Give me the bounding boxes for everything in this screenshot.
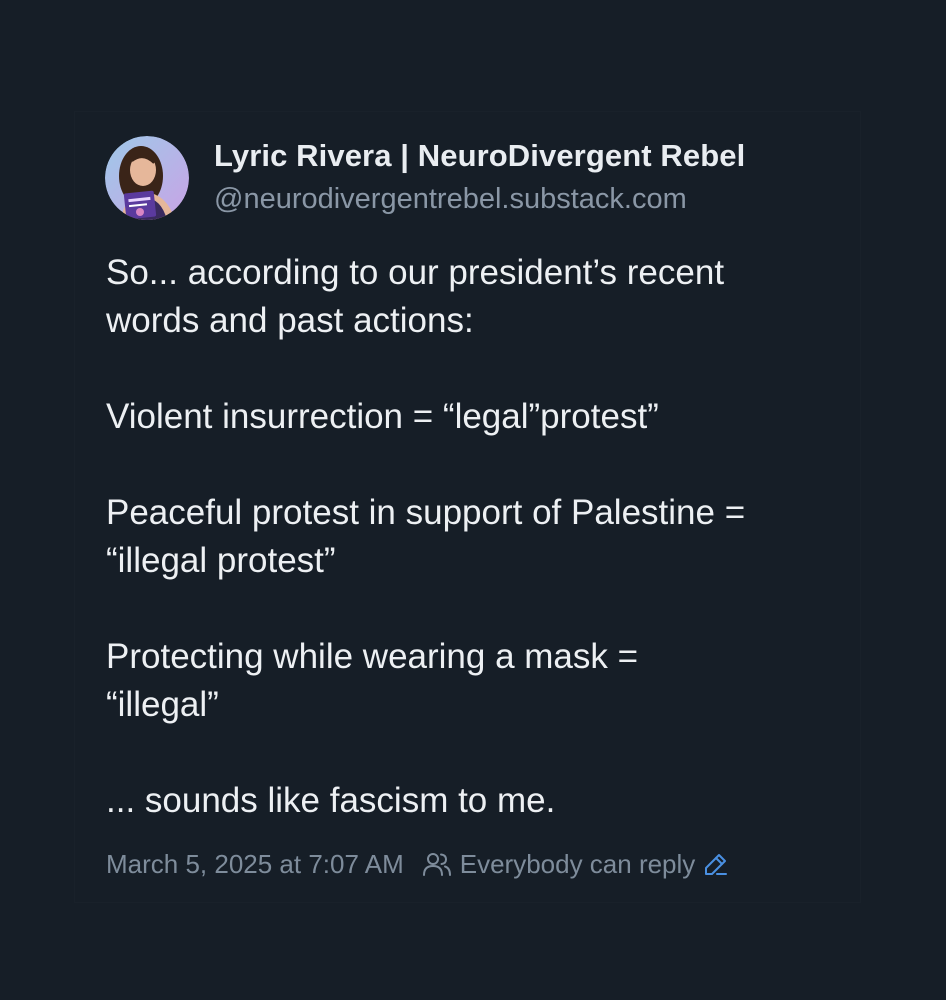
pencil-icon[interactable] xyxy=(703,851,729,877)
post-paragraph: Violent insurrection = “legal”protest” xyxy=(106,393,846,441)
avatar-image xyxy=(105,136,189,220)
post-line: ... sounds like fascism to me. xyxy=(106,781,556,820)
post-line: “illegal protest” xyxy=(106,541,336,580)
post-paragraph: So... according to our president’s recen… xyxy=(106,249,846,345)
avatar[interactable] xyxy=(105,136,189,220)
post-timestamp[interactable]: March 5, 2025 at 7:07 AM xyxy=(106,849,404,880)
reply-setting-label: Everybody can reply xyxy=(459,848,696,879)
post-paragraph: ... sounds like fascism to me. xyxy=(106,777,846,825)
reply-setting[interactable]: Everybody can reply xyxy=(422,849,730,880)
post-text: So... according to our president’s recen… xyxy=(106,249,846,825)
post-line: Protecting while wearing a mask = xyxy=(106,637,639,676)
post-line: Violent insurrection = “legal”protest” xyxy=(106,397,659,436)
post-paragraph: Peaceful protest in support of Palestine… xyxy=(106,489,846,585)
people-icon xyxy=(422,851,452,877)
post-line: words and past actions: xyxy=(106,301,474,340)
post-line: “illegal” xyxy=(106,685,219,724)
post-line: So... according to our president’s recen… xyxy=(106,253,725,292)
post-paragraph: Protecting while wearing a mask = “illeg… xyxy=(106,633,846,729)
author-handle[interactable]: @neurodivergentrebel.substack.com xyxy=(214,183,687,216)
author-display-name[interactable]: Lyric Rivera | NeuroDivergent Rebel xyxy=(214,138,745,174)
post-footer: March 5, 2025 at 7:07 AM Everybody can r… xyxy=(106,846,729,882)
post-line: Peaceful protest in support of Palestine… xyxy=(106,493,746,532)
